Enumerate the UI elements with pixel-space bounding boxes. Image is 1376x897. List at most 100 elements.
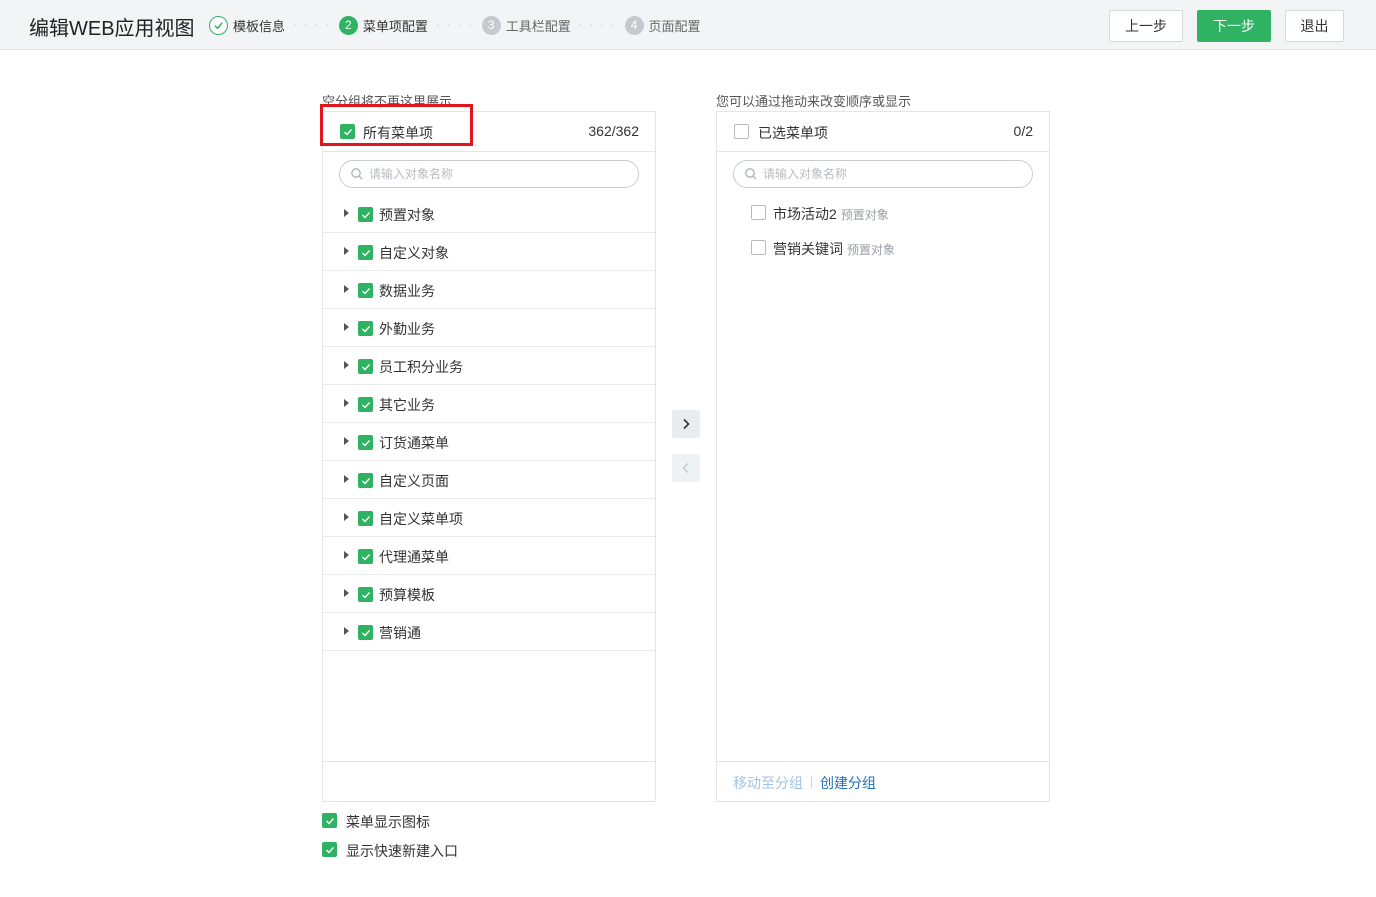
tree-item[interactable]: 自定义对象 (323, 233, 655, 271)
tree-item-checkbox[interactable] (358, 207, 373, 222)
right-search-input[interactable] (763, 165, 1003, 183)
right-panel-title: 已选菜单项 (758, 125, 828, 141)
tree-item[interactable]: 预算模板 (323, 575, 655, 613)
caret-right-icon[interactable] (344, 627, 349, 635)
tree-item-checkbox[interactable] (358, 321, 373, 336)
selected-menu-items-panel: 已选菜单项 0/2 市场活动2预置对象 营销关键词预置对象 移动至分组 | 创建… (716, 111, 1050, 802)
step-label: 菜单项配置 (362, 18, 428, 34)
step-number: 4 (624, 15, 644, 35)
create-group-link[interactable]: 创建分组 (820, 773, 876, 793)
tree-item-label: 数据业务 (379, 283, 435, 299)
tree-item[interactable]: 其它业务 (323, 385, 655, 423)
tree-item-label: 营销通 (379, 625, 421, 641)
step-label: 模板信息 (233, 18, 286, 34)
search-icon (745, 168, 757, 180)
caret-right-icon[interactable] (344, 285, 349, 293)
tree-item-checkbox[interactable] (358, 397, 373, 412)
selected-item-checkbox[interactable] (751, 205, 766, 220)
chevron-left-icon (682, 463, 689, 473)
tree-item-checkbox[interactable] (358, 245, 373, 260)
move-to-group-link[interactable]: 移动至分组 (733, 773, 803, 793)
prev-step-button[interactable]: 上一步 (1109, 10, 1183, 42)
caret-right-icon[interactable] (344, 589, 349, 597)
tree-item-label: 自定义页面 (379, 473, 449, 489)
tree-item[interactable]: 订货通菜单 (323, 423, 655, 461)
step-indicator: 模板信息 · · · · 2 菜单项配置 · · · · 3 工具栏配置 · ·… (209, 15, 701, 35)
move-right-button[interactable] (672, 410, 700, 438)
right-panel-header: 已选菜单项 0/2 (717, 112, 1049, 152)
caret-right-icon[interactable] (344, 475, 349, 483)
option-label: 菜单显示图标 (346, 814, 430, 830)
caret-right-icon[interactable] (344, 437, 349, 445)
tree-item-label: 预置对象 (379, 207, 435, 223)
highlight-box (320, 104, 473, 146)
tree-item-checkbox[interactable] (358, 549, 373, 564)
right-search-box (733, 160, 1033, 188)
step-number: 3 (481, 15, 501, 35)
step-separator: · · · · (435, 19, 474, 31)
footer-divider: | (810, 774, 814, 788)
exit-button[interactable]: 退出 (1285, 10, 1344, 42)
tree-item[interactable]: 员工积分业务 (323, 347, 655, 385)
tree-item-checkbox[interactable] (358, 359, 373, 374)
show-quick-create-checkbox[interactable] (322, 842, 337, 857)
selected-item-type: 预置对象 (847, 243, 896, 257)
step-menu-config[interactable]: 2 菜单项配置 (338, 15, 428, 35)
check-circle-icon (209, 15, 228, 35)
step-toolbar-config[interactable]: 3 工具栏配置 (481, 15, 571, 35)
tree-item[interactable]: 营销通 (323, 613, 655, 651)
step-label: 工具栏配置 (505, 18, 571, 34)
step-template-info[interactable]: 模板信息 (209, 15, 286, 35)
left-panel-count: 362/362 (588, 123, 639, 139)
caret-right-icon[interactable] (344, 513, 349, 521)
all-menu-items-panel: 所有菜单项 362/362 预置对象 自定义对象 数据业务 外勤业务 员工积分业… (322, 111, 656, 802)
tree-item-checkbox[interactable] (358, 283, 373, 298)
page-title: 编辑WEB应用视图 (29, 18, 195, 40)
caret-right-icon[interactable] (344, 551, 349, 559)
tree-item-label: 代理通菜单 (379, 549, 449, 565)
tree-item[interactable]: 数据业务 (323, 271, 655, 309)
right-panel-count: 0/2 (1013, 123, 1033, 139)
tree-item-checkbox[interactable] (358, 625, 373, 640)
top-bar: 编辑WEB应用视图 模板信息 · · · · 2 菜单项配置 · · · · 3… (0, 0, 1376, 50)
step-page-config[interactable]: 4 页面配置 (624, 15, 701, 35)
step-number: 2 (338, 15, 358, 35)
step-separator: · · · · (578, 19, 617, 31)
tree-item[interactable]: 预置对象 (323, 195, 655, 233)
selected-item-name: 市场活动2 (773, 206, 837, 222)
tree-item[interactable]: 代理通菜单 (323, 537, 655, 575)
right-panel-caption: 您可以通过拖动来改变顺序或显示 (716, 94, 912, 109)
tree-item-label: 订货通菜单 (379, 435, 449, 451)
tree-item-label: 外勤业务 (379, 321, 435, 337)
caret-right-icon[interactable] (344, 361, 349, 369)
tree-item-label: 自定义对象 (379, 245, 449, 261)
selected-item-type: 预置对象 (840, 208, 889, 222)
tree-item-label: 自定义菜单项 (379, 511, 463, 527)
show-menu-icon-checkbox[interactable] (322, 813, 337, 828)
move-left-button[interactable] (672, 454, 700, 482)
tree-item-label: 员工积分业务 (379, 359, 463, 375)
tree-item-checkbox[interactable] (358, 511, 373, 526)
selected-item-name: 营销关键词 (773, 241, 843, 257)
search-icon (351, 168, 363, 180)
select-all-selected-checkbox[interactable] (734, 124, 749, 139)
tree-item[interactable]: 自定义菜单项 (323, 499, 655, 537)
right-panel-footer: 移动至分组 | 创建分组 (717, 761, 1049, 801)
step-separator: · · · · (293, 19, 331, 31)
next-step-button[interactable]: 下一步 (1197, 10, 1271, 42)
tree-item[interactable]: 外勤业务 (323, 309, 655, 347)
tree-item-checkbox[interactable] (358, 473, 373, 488)
tree-item[interactable]: 自定义页面 (323, 461, 655, 499)
caret-right-icon[interactable] (344, 247, 349, 255)
selected-item-checkbox[interactable] (751, 240, 766, 255)
left-search-input[interactable] (369, 165, 609, 183)
left-search-box (339, 160, 639, 188)
tree-item-checkbox[interactable] (358, 435, 373, 450)
tree-item-checkbox[interactable] (358, 587, 373, 602)
caret-right-icon[interactable] (344, 399, 349, 407)
tree-item-label: 预算模板 (379, 587, 435, 603)
tree-item-label: 其它业务 (379, 397, 435, 413)
step-label: 页面配置 (648, 18, 701, 34)
caret-right-icon[interactable] (344, 323, 349, 331)
caret-right-icon[interactable] (344, 209, 349, 217)
